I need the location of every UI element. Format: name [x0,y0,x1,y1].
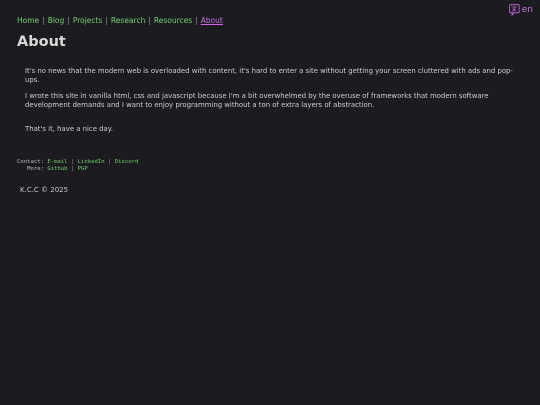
contact-separator: | [70,159,75,165]
paragraph-motivation: I wrote this site in vanilla html, css a… [25,92,489,109]
contact-section: Contact: E-mail | LinkedIn | Discord Mor… [17,159,138,173]
main-nav: Home | Blog | Projects | Research | Resources | Ab… [17,16,223,25]
contact-separator: | [108,159,112,165]
nav-projects[interactable]: Projects [73,16,103,25]
paragraph-intro: It's no news that the modern web is over… [25,67,513,84]
pgp-link[interactable]: PGP [78,166,88,172]
nav-separator: | [195,16,198,25]
contact-separator: | [70,166,75,172]
nav-home[interactable]: Home [17,16,39,25]
language-label: en [521,5,533,15]
page-title: About [17,34,66,50]
email-link[interactable]: E-mail [47,159,67,165]
nav-separator: | [67,16,70,25]
nav-separator: | [148,16,151,25]
paragraph-closing: That's it, have a nice day. [25,125,114,133]
discord-link[interactable]: Discord [115,159,139,165]
nav-research[interactable]: Research [111,16,145,25]
translate-icon [508,4,520,16]
more-label: More: [27,166,44,172]
contact-label: Contact: [17,159,44,165]
nav-resources[interactable]: Resources [154,16,192,25]
nav-separator: | [42,16,45,25]
footer-copyright: K.C.C © 2025 [20,186,69,194]
nav-blog[interactable]: Blog [48,16,65,25]
language-switcher[interactable]: en [508,4,533,16]
about-content: It's no news that the modern web is over… [25,67,515,134]
nav-separator: | [105,16,108,25]
github-link[interactable]: Github [47,166,67,172]
linkedin-link[interactable]: LinkedIn [78,159,105,165]
page: en Home | Blog | Projects | Research | Resources… [0,0,540,405]
nav-about[interactable]: About [201,16,223,25]
